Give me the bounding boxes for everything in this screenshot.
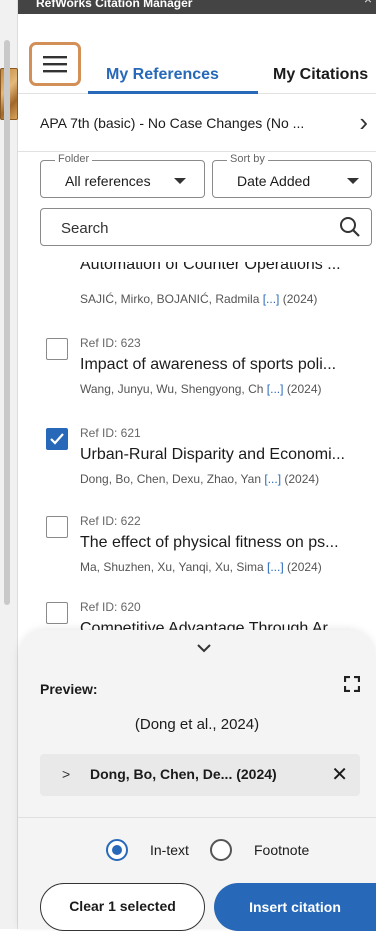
reference-authors: Ma, Shuzhen, Xu, Yanqi, Xu, Sima [...] (… bbox=[80, 560, 322, 574]
search-input[interactable]: Search bbox=[40, 208, 372, 246]
reference-checkbox[interactable] bbox=[46, 428, 68, 450]
list-item[interactable]: Ref ID: 620 Competitive Advantage Throug… bbox=[18, 600, 376, 632]
close-icon[interactable]: × bbox=[364, 0, 372, 6]
folder-value: All references bbox=[65, 173, 151, 189]
selected-reference-entry[interactable]: > Dong, Bo, Chen, De... (2024) ✕ bbox=[40, 754, 360, 796]
reference-title: The effect of physical fitness on ps... bbox=[80, 534, 339, 551]
list-item[interactable]: Ref ID: 622 The effect of physical fitne… bbox=[18, 514, 376, 584]
reference-authors: Dong, Bo, Chen, Dexu, Zhao, Yan [...] (2… bbox=[80, 472, 320, 486]
chevron-right-icon: › bbox=[359, 107, 368, 137]
reference-title: Impact of awareness of sports poli... bbox=[80, 356, 337, 373]
remove-icon[interactable]: ✕ bbox=[331, 762, 348, 787]
search-icon[interactable] bbox=[339, 216, 361, 238]
preview-label: Preview: bbox=[40, 681, 98, 697]
reference-id: Ref ID: 623 bbox=[80, 336, 141, 350]
chevron-right-icon[interactable]: > bbox=[62, 766, 70, 782]
list-item[interactable]: Ref ID: 623 Impact of awareness of sport… bbox=[18, 336, 376, 406]
selected-reference-text: Dong, Bo, Chen, De... (2024) bbox=[90, 766, 277, 782]
citation-style-selector[interactable]: APA 7th (basic) - No Case Changes (No ..… bbox=[18, 94, 376, 152]
citation-manager-panel: RefWorks Citation Manager × My Reference… bbox=[18, 0, 376, 931]
reference-authors: Wang, Junyu, Wu, Shengyong, Ch [...] (20… bbox=[80, 382, 322, 396]
chevron-down-icon bbox=[347, 178, 359, 184]
reference-checkbox[interactable] bbox=[46, 516, 68, 538]
reference-authors: SAJIĆ, Mirko, BOJANIĆ, Radmila [...] (20… bbox=[80, 292, 318, 306]
search-placeholder: Search bbox=[61, 220, 109, 237]
footnote-radio[interactable] bbox=[210, 839, 232, 861]
list-item[interactable]: Automation of Counter Operations ... SAJ… bbox=[18, 262, 376, 322]
chevron-down-icon bbox=[174, 178, 186, 184]
hamburger-menu-button[interactable] bbox=[29, 42, 81, 86]
reference-title: Automation of Counter Operations ... bbox=[80, 262, 341, 273]
hamburger-icon bbox=[43, 56, 67, 73]
divider bbox=[18, 817, 376, 818]
document-scrollbar[interactable] bbox=[4, 40, 10, 605]
citation-style-label: APA 7th (basic) - No Case Changes (No ..… bbox=[40, 115, 305, 131]
tab-my-references[interactable]: My References bbox=[106, 66, 219, 84]
footnote-label: Footnote bbox=[254, 842, 310, 858]
sort-value: Date Added bbox=[237, 173, 311, 189]
window-titlebar: RefWorks Citation Manager × bbox=[18, 0, 376, 14]
list-item[interactable]: Ref ID: 621 Urban-Rural Disparity and Ec… bbox=[18, 426, 376, 496]
folder-legend: Folder bbox=[55, 153, 93, 165]
reference-id: Ref ID: 622 bbox=[80, 514, 141, 528]
tab-bar: My References My Citations bbox=[18, 14, 376, 94]
in-text-radio[interactable] bbox=[106, 839, 128, 861]
reference-id: Ref ID: 621 bbox=[80, 426, 141, 440]
preview-citation: (Dong et al., 2024) bbox=[134, 716, 260, 733]
in-text-label: In-text bbox=[150, 842, 189, 858]
reference-checkbox[interactable] bbox=[46, 602, 68, 624]
sort-select[interactable]: Sort by Date Added bbox=[212, 153, 372, 198]
tab-my-citations[interactable]: My Citations bbox=[273, 66, 368, 84]
reference-id: Ref ID: 620 bbox=[80, 600, 141, 614]
fullscreen-icon[interactable] bbox=[344, 676, 360, 692]
reference-title: Urban-Rural Disparity and Economi... bbox=[80, 446, 345, 463]
reference-list: Automation of Counter Operations ... SAJ… bbox=[18, 262, 376, 632]
reference-checkbox[interactable] bbox=[46, 338, 68, 360]
folder-select[interactable]: Folder All references bbox=[40, 153, 205, 198]
document-gutter bbox=[0, 0, 18, 929]
sort-legend: Sort by bbox=[227, 153, 268, 165]
preview-drawer: Preview: (Dong et al., 2024) > Dong, Bo,… bbox=[18, 630, 376, 931]
checkmark-icon bbox=[50, 433, 64, 445]
chevron-down-icon[interactable] bbox=[196, 643, 212, 653]
insert-citation-button[interactable]: Insert citation bbox=[214, 883, 376, 931]
window-title: RefWorks Citation Manager bbox=[36, 0, 193, 10]
clear-selected-button[interactable]: Clear 1 selected bbox=[40, 883, 205, 931]
